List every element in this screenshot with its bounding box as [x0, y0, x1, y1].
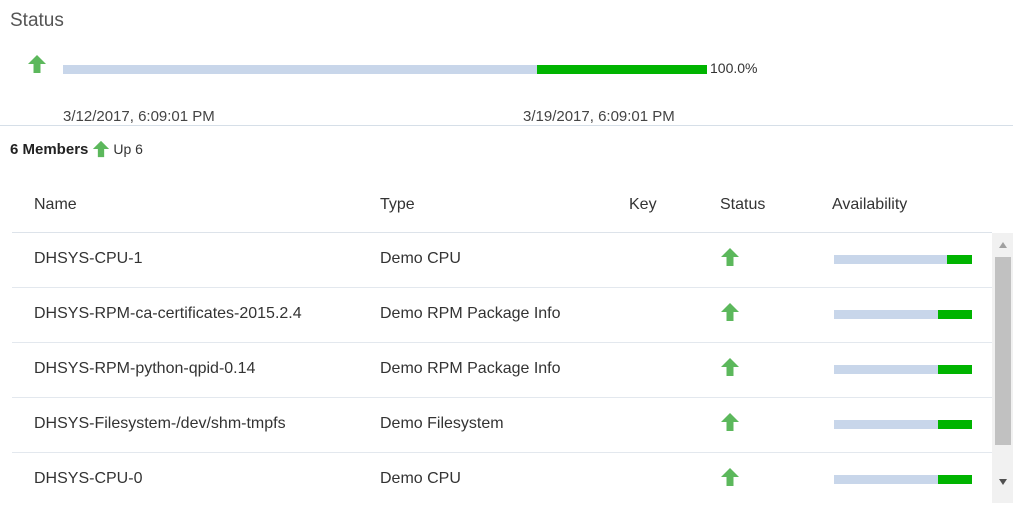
row-name[interactable]: DHSYS-CPU-0 — [34, 470, 142, 488]
availability-percent: 100.0% — [710, 60, 758, 76]
scroll-up-arrow-icon[interactable] — [995, 237, 1011, 253]
table-row[interactable]: DHSYS-RPM-python-qpid-0.14 Demo RPM Pack… — [12, 343, 992, 398]
row-type: Demo CPU — [380, 250, 461, 267]
members-up-count: Up 6 — [113, 141, 143, 157]
row-availability-bar — [834, 420, 972, 429]
members-count: 6 Members — [10, 140, 89, 158]
availability-timeline-up-segment — [537, 65, 707, 74]
row-type: Demo RPM Package Info — [380, 360, 561, 377]
row-availability-bar — [834, 310, 972, 319]
column-header-type[interactable]: Type — [380, 196, 415, 214]
availability-up-segment — [938, 475, 972, 484]
column-header-name[interactable]: Name — [34, 196, 77, 214]
up-arrow-icon — [720, 357, 740, 377]
up-arrow-icon — [720, 247, 740, 267]
row-name[interactable]: DHSYS-CPU-1 — [34, 250, 142, 268]
row-name[interactable]: DHSYS-Filesystem-/dev/shm-tmpfs — [34, 415, 286, 433]
up-arrow-icon — [92, 140, 110, 158]
up-arrow-icon — [720, 412, 740, 432]
table-row[interactable]: DHSYS-Filesystem-/dev/shm-tmpfs Demo Fil… — [12, 398, 992, 453]
row-availability-bar — [834, 365, 972, 374]
row-availability-bar — [834, 255, 972, 264]
status-title: Status — [10, 10, 64, 31]
timeline-end-date: 3/19/2017, 6:09:01 PM — [523, 108, 675, 125]
column-header-key[interactable]: Key — [629, 196, 657, 214]
availability-up-segment — [938, 420, 972, 429]
column-header-status[interactable]: Status — [720, 196, 765, 214]
availability-up-segment — [947, 255, 972, 264]
scrollbar-thumb[interactable] — [995, 257, 1011, 445]
up-arrow-icon — [720, 467, 740, 487]
section-divider — [0, 125, 1013, 126]
row-type: Demo CPU — [380, 470, 461, 487]
row-type: Demo RPM Package Info — [380, 305, 561, 322]
up-arrow-icon — [27, 54, 47, 74]
availability-up-segment — [938, 365, 972, 374]
row-type: Demo Filesystem — [380, 415, 504, 432]
table-row[interactable]: DHSYS-CPU-0 Demo CPU — [12, 453, 992, 507]
table-row[interactable]: DHSYS-RPM-ca-certificates-2015.2.4 Demo … — [12, 288, 992, 343]
row-availability-bar — [834, 475, 972, 484]
table-header: Name Type Key Status Availability — [12, 188, 992, 232]
row-name[interactable]: DHSYS-RPM-python-qpid-0.14 — [34, 360, 255, 378]
scroll-down-arrow-icon[interactable] — [995, 474, 1011, 490]
members-summary: 6 Members Up 6 — [10, 140, 143, 158]
availability-up-segment — [938, 310, 972, 319]
table-row[interactable]: DHSYS-CPU-1 Demo CPU — [12, 233, 992, 288]
row-name[interactable]: DHSYS-RPM-ca-certificates-2015.2.4 — [34, 305, 302, 323]
column-header-availability[interactable]: Availability — [832, 196, 907, 214]
up-arrow-icon — [720, 302, 740, 322]
timeline-start-date: 3/12/2017, 6:09:01 PM — [63, 108, 215, 125]
